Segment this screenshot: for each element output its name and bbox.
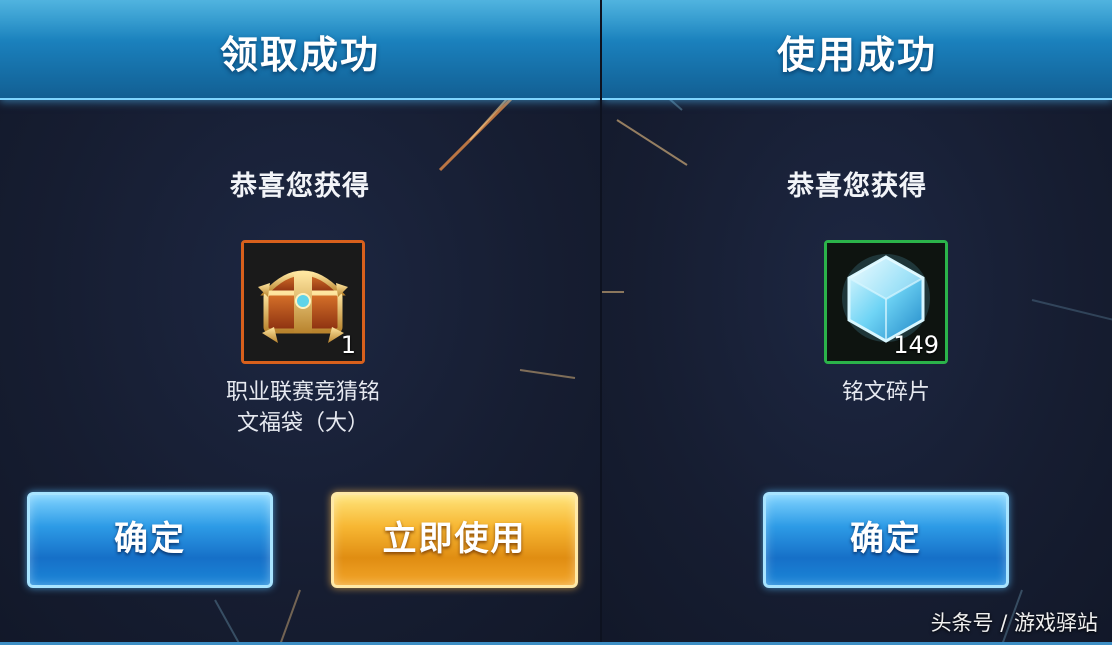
watermark-text: 头条号 / 游戏驿站 bbox=[930, 611, 1098, 635]
congrats-text: 恭喜您获得 bbox=[230, 171, 370, 202]
item-name-line2: 文福袋（大） bbox=[236, 411, 369, 436]
dialog-header: 领取成功 bbox=[0, 0, 600, 100]
reward-item-slot[interactable]: 149 bbox=[824, 240, 948, 364]
dialog-title: 领取成功 bbox=[219, 33, 380, 77]
dialog-title: 使用成功 bbox=[776, 33, 937, 77]
claim-success-dialog: 领取成功 恭喜您获得 1 职业联赛竞猜铭 文福袋（大） 确定 立即使用 bbox=[0, 0, 600, 645]
item-count: 1 bbox=[340, 331, 356, 359]
use-now-button[interactable]: 立即使用 bbox=[331, 492, 578, 588]
reward-item-name: 铭文碎片 bbox=[841, 380, 930, 405]
dialog-header: 使用成功 bbox=[602, 0, 1112, 100]
item-name-line1: 职业联赛竞猜铭 bbox=[225, 380, 380, 405]
confirm-button[interactable]: 确定 bbox=[763, 492, 1009, 588]
use-success-dialog: 使用成功 恭喜您获得 149 铭文碎片 确定 bbox=[600, 0, 1112, 645]
reward-item-slot[interactable]: 1 bbox=[241, 240, 365, 364]
item-count: 149 bbox=[893, 331, 939, 359]
confirm-button[interactable]: 确定 bbox=[27, 492, 273, 588]
reward-item-name: 职业联赛竞猜铭 文福袋（大） bbox=[203, 377, 403, 439]
congrats-text: 恭喜您获得 bbox=[787, 171, 927, 202]
